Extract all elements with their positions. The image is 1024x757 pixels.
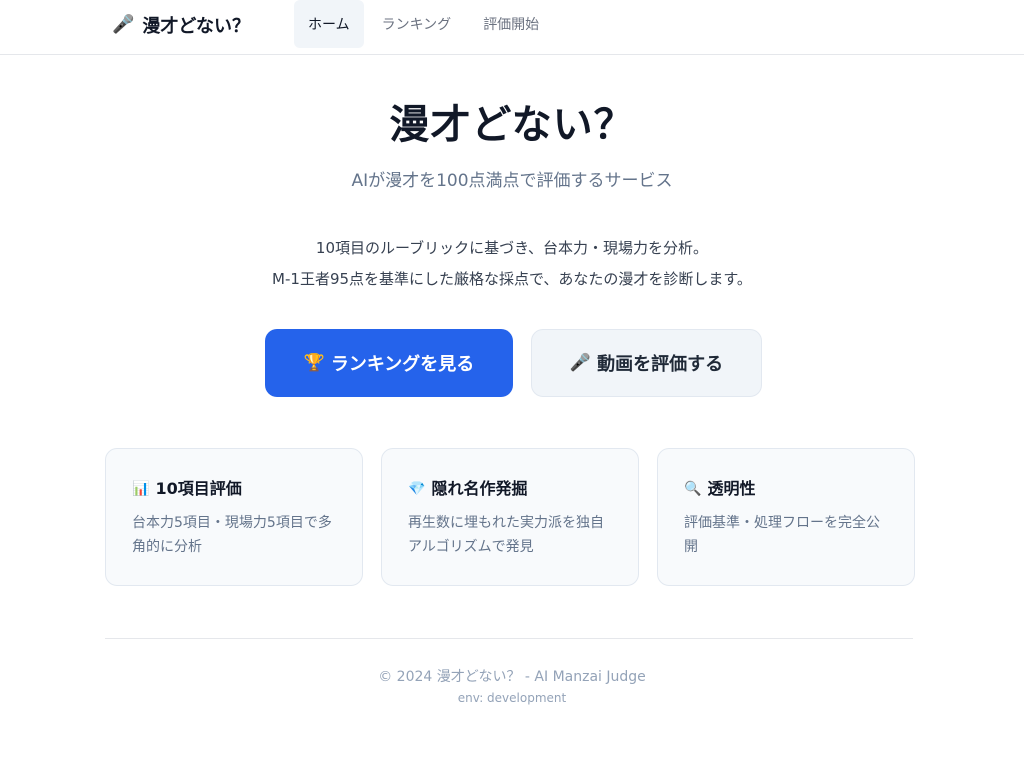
feature-card-text: 評価基準・処理フローを完全公開	[684, 515, 880, 555]
feature-title-text: 10項目評価	[155, 479, 242, 498]
gem-icon: 💎	[408, 481, 426, 497]
top-navbar: 🎤 漫才どない？ ホーム ランキング 評価開始	[0, 0, 1024, 55]
hero-title: 漫才どない？	[389, 102, 635, 148]
view-ranking-label: ランキングを見る	[330, 354, 475, 375]
hero-section: 漫才どない？ AIが漫才を100点満点で評価するサービス 10項目のルーブリック…	[0, 95, 1024, 295]
footer-env: env: development	[457, 691, 567, 705]
nav-home[interactable]: ホーム	[294, 0, 364, 48]
feature-cards: 📊 10項目評価 台本力5項目・現場力5項目で多角的に分析 💎 隠れ名作発掘 再…	[105, 448, 915, 586]
feature-card-text: 台本力5項目・現場力5項目で多角的に分析	[132, 515, 332, 555]
feature-card-evaluation: 📊 10項目評価 台本力5項目・現場力5項目で多角的に分析	[105, 448, 363, 586]
microphone-icon: 🎤	[112, 14, 135, 35]
feature-card-text: 再生数に埋もれた実力派を独自アルゴリズムで発見	[408, 515, 604, 555]
microphone-icon: 🎤	[569, 352, 592, 373]
nav-start-evaluation[interactable]: 評価開始	[469, 0, 553, 48]
hero-description-line-2: M-1王者95点を基準にした厳格な採点で、あなたの漫才を診断します。	[272, 270, 752, 288]
footer-divider	[105, 638, 913, 639]
magnifier-icon: 🔍	[684, 481, 702, 497]
nav-ranking[interactable]: ランキング	[368, 0, 466, 48]
feature-card-title: 📊 10項目評価	[132, 477, 336, 501]
feature-card-title: 🔍 透明性	[684, 477, 888, 501]
evaluate-video-button[interactable]: 🎤 動画を評価する	[531, 329, 762, 397]
hero-subtitle: AIが漫才を100点満点で評価するサービス	[351, 171, 673, 191]
evaluate-video-label: 動画を評価する	[597, 354, 724, 375]
brand-logo[interactable]: 🎤 漫才どない？	[112, 12, 250, 38]
hero-description-line-1: 10項目のルーブリックに基づき、台本力・現場力を分析。	[315, 239, 709, 257]
hero-description: 10項目のルーブリックに基づき、台本力・現場力を分析。 M-1王者95点を基準に…	[0, 233, 1024, 295]
feature-card-title: 💎 隠れ名作発掘	[408, 477, 612, 501]
cta-buttons: 🏆 ランキングを見る 🎤 動画を評価する	[0, 329, 1024, 397]
footer: © 2024 漫才どない？ - AI Manzai Judge env: dev…	[0, 666, 1024, 707]
bar-chart-icon: 📊	[132, 481, 150, 497]
main-nav: ホーム ランキング 評価開始	[294, 0, 553, 48]
view-ranking-button[interactable]: 🏆 ランキングを見る	[265, 329, 513, 397]
feature-card-transparency: 🔍 透明性 評価基準・処理フローを完全公開	[657, 448, 915, 586]
trophy-icon: 🏆	[303, 352, 325, 373]
footer-copyright: © 2024 漫才どない？ - AI Manzai Judge	[378, 669, 646, 685]
feature-card-hidden-gems: 💎 隠れ名作発掘 再生数に埋もれた実力派を独自アルゴリズムで発見	[381, 448, 639, 586]
feature-title-text: 隠れ名作発掘	[431, 479, 528, 498]
brand-name: 漫才どない？	[142, 16, 251, 37]
feature-title-text: 透明性	[707, 479, 756, 498]
